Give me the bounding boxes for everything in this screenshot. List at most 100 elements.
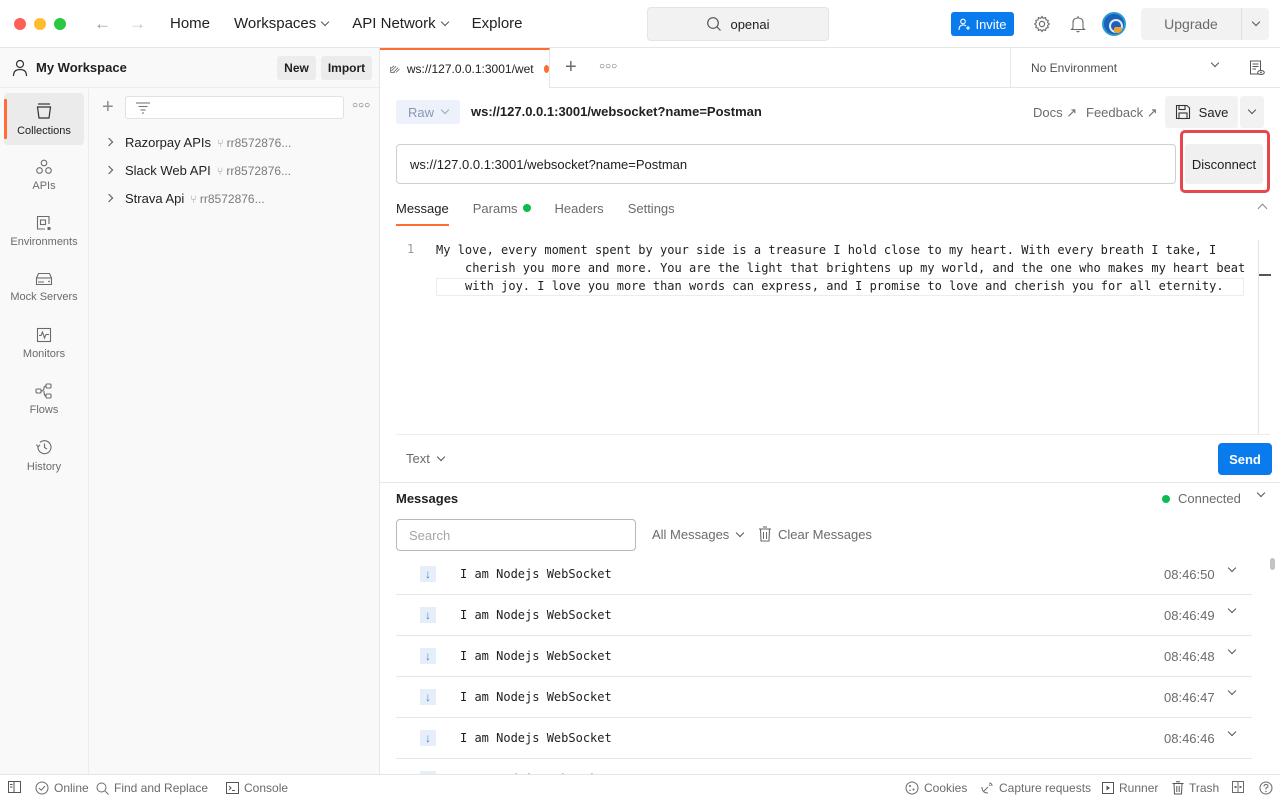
message-row[interactable]: ↓ I am Nodejs WebSocket 08:46:46 bbox=[396, 718, 1252, 759]
message-row[interactable]: ↓ I am Nodejs WebSocket 08:46:47 bbox=[396, 677, 1252, 718]
mock-servers-icon bbox=[35, 272, 53, 285]
expand-chevron-icon[interactable] bbox=[1227, 604, 1237, 614]
global-search[interactable]: openai bbox=[647, 7, 829, 41]
new-button[interactable]: New bbox=[277, 56, 316, 80]
sidebar-item-history[interactable]: History bbox=[4, 429, 84, 481]
tab-params[interactable]: Params bbox=[473, 200, 531, 216]
incoming-arrow-icon: ↓ bbox=[420, 566, 436, 582]
message-row[interactable]: ↓ I am Nodejs WebSocket 08:46:49 bbox=[396, 595, 1252, 636]
user-avatar[interactable] bbox=[1102, 12, 1126, 36]
sidebar-item-collections[interactable]: Collections bbox=[4, 93, 84, 145]
url-input[interactable] bbox=[396, 144, 1176, 184]
console-button[interactable]: Console bbox=[226, 781, 288, 795]
layout-toggle-button[interactable] bbox=[1232, 781, 1244, 793]
apis-icon bbox=[36, 159, 52, 174]
upgrade-dropdown-button[interactable] bbox=[1242, 17, 1269, 27]
workspace-name[interactable]: My Workspace bbox=[36, 60, 127, 75]
tab-settings[interactable]: Settings bbox=[628, 200, 675, 216]
incoming-arrow-icon: ↓ bbox=[420, 607, 436, 623]
top-nav: Home Workspaces API Network Explore bbox=[170, 15, 523, 32]
capture-requests-button[interactable]: Capture requests bbox=[980, 781, 1091, 795]
editor-scrollbar[interactable] bbox=[1258, 240, 1259, 434]
online-status[interactable]: Online bbox=[35, 781, 89, 795]
collection-item[interactable]: Slack Web API ⑂ rr8572876... bbox=[90, 156, 379, 184]
save-button[interactable]: Save bbox=[1165, 96, 1238, 128]
save-options-dropdown[interactable] bbox=[1240, 96, 1264, 128]
expand-chevron-icon[interactable] bbox=[1227, 563, 1237, 573]
settings-gear-icon[interactable] bbox=[1032, 14, 1052, 34]
sidebar-item-label: Mock Servers bbox=[10, 290, 78, 303]
sidebar-item-flows[interactable]: Flows bbox=[4, 373, 84, 425]
message-row[interactable]: ↓ I am Nodejs WebSocket bbox=[396, 759, 1252, 774]
messages-search-input[interactable] bbox=[396, 519, 636, 551]
trash-button[interactable]: Trash bbox=[1172, 781, 1219, 795]
tab-more-options-icon[interactable]: ○○○ bbox=[599, 61, 617, 72]
forward-arrow-icon[interactable]: → bbox=[129, 14, 146, 34]
message-format-dropdown[interactable]: Text bbox=[406, 451, 446, 466]
message-editor[interactable]: 1 My love, every moment spent by your si… bbox=[396, 238, 1271, 434]
invite-button[interactable]: Invite bbox=[951, 12, 1014, 36]
collection-item[interactable]: Strava Api ⑂ rr8572876... bbox=[90, 184, 379, 212]
notifications-bell-icon[interactable] bbox=[1068, 14, 1088, 34]
nav-workspaces[interactable]: Workspaces bbox=[234, 15, 330, 32]
docs-link[interactable]: Docs ↗ bbox=[1033, 105, 1077, 121]
upgrade-button[interactable]: Upgrade bbox=[1141, 16, 1241, 32]
send-button[interactable]: Send bbox=[1218, 443, 1272, 475]
cookies-button[interactable]: Cookies bbox=[905, 781, 967, 795]
feedback-link[interactable]: Feedback ↗ bbox=[1086, 105, 1158, 121]
sidebar-item-monitors[interactable]: Monitors bbox=[4, 317, 84, 369]
monitors-icon bbox=[36, 327, 52, 342]
chevron-down-icon bbox=[1210, 58, 1220, 68]
message-row[interactable]: ↓ I am Nodejs WebSocket 08:46:48 bbox=[396, 636, 1252, 677]
chevron-down-icon bbox=[440, 105, 450, 115]
chevron-right-icon bbox=[104, 137, 114, 147]
message-time: 08:46:46 bbox=[1164, 731, 1215, 746]
incoming-arrow-icon: ↓ bbox=[420, 648, 436, 664]
more-options-icon[interactable]: ○○○ bbox=[352, 100, 370, 111]
environment-selector[interactable]: No Environment bbox=[1010, 48, 1280, 88]
tab-headers[interactable]: Headers bbox=[555, 200, 604, 216]
tab-label: Headers bbox=[554, 200, 604, 216]
fork-icon: ⑂ bbox=[190, 193, 197, 206]
message-filter-dropdown[interactable]: All Messages bbox=[652, 527, 745, 542]
environment-quick-look-icon[interactable] bbox=[1249, 60, 1265, 76]
maximize-window-button[interactable] bbox=[54, 17, 66, 30]
expand-chevron-icon[interactable] bbox=[1227, 686, 1237, 696]
message-mode-dropdown[interactable]: Raw bbox=[396, 100, 460, 124]
expand-chevron-icon[interactable] bbox=[1227, 727, 1237, 737]
message-row[interactable]: ↓ I am Nodejs WebSocket 08:46:50 bbox=[396, 554, 1252, 595]
request-title[interactable]: ws://127.0.0.1:3001/websocket?name=Postm… bbox=[471, 104, 762, 119]
sidebar-item-environments[interactable]: Environments bbox=[4, 205, 84, 257]
tab-websocket-request[interactable]: ws://127.0.0.1:3001/wet bbox=[380, 48, 550, 88]
nav-explore[interactable]: Explore bbox=[472, 15, 523, 32]
sidebar-item-mock-servers[interactable]: Mock Servers bbox=[4, 261, 84, 313]
message-content[interactable]: My love, every moment spent by your side… bbox=[436, 241, 1246, 295]
minimize-window-button[interactable] bbox=[34, 17, 46, 30]
add-collection-plus-icon[interactable]: + bbox=[102, 97, 114, 117]
toggle-sidebar-button[interactable] bbox=[8, 781, 21, 793]
add-user-icon bbox=[958, 18, 971, 30]
expand-chevron-icon[interactable] bbox=[1227, 645, 1237, 655]
import-button[interactable]: Import bbox=[321, 56, 372, 80]
close-window-button[interactable] bbox=[14, 17, 26, 30]
collection-item[interactable]: Razorpay APIs ⑂ rr8572876... bbox=[90, 128, 379, 156]
collapse-messages-chevron-icon[interactable] bbox=[1256, 488, 1266, 498]
back-arrow-icon[interactable]: ← bbox=[94, 14, 111, 34]
nav-api-network[interactable]: API Network bbox=[352, 15, 449, 32]
runner-label: Runner bbox=[1119, 781, 1159, 795]
clear-messages-button[interactable]: Clear Messages bbox=[758, 526, 872, 542]
chevron-up-icon[interactable] bbox=[1257, 203, 1268, 214]
disconnect-button[interactable]: Disconnect bbox=[1185, 144, 1263, 184]
trash-label: Trash bbox=[1189, 781, 1220, 795]
runner-button[interactable]: Runner bbox=[1102, 781, 1158, 795]
new-tab-plus-icon[interactable]: + bbox=[565, 56, 577, 79]
help-button[interactable] bbox=[1259, 781, 1273, 795]
find-replace-button[interactable]: Find and Replace bbox=[96, 781, 208, 795]
collection-filter-input[interactable] bbox=[125, 96, 344, 119]
check-circle-icon bbox=[35, 781, 49, 795]
messages-scrollbar[interactable] bbox=[1270, 558, 1275, 570]
nav-home[interactable]: Home bbox=[170, 15, 210, 32]
tab-message[interactable]: Message bbox=[396, 200, 449, 226]
collection-name: Slack Web API bbox=[125, 162, 211, 178]
sidebar-item-apis[interactable]: APIs bbox=[4, 149, 84, 201]
